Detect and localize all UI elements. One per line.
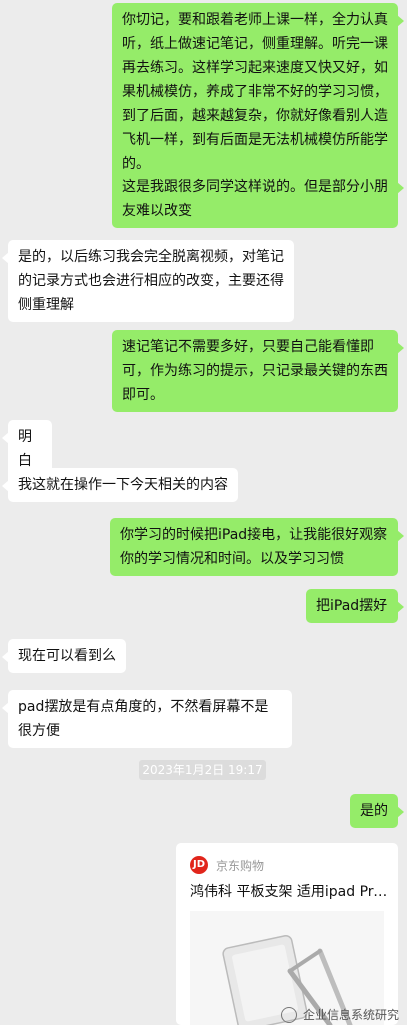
message-text: pad摆放是有点角度的，不然看屏幕不是很方便 [18,699,269,739]
timestamp-label: 2023年1月2日 19:17 [139,760,266,780]
message-text: 是的，以后练习我会完全脱离视频，对笔记的记录方式也会进行相应的改变，主要还得侧重… [18,249,284,313]
message-text: 是的 [360,803,388,819]
card-title: 鸿伟科 平板支架 适用ipad Pro... [190,884,390,900]
jd-logo-icon: JD [190,856,208,874]
message-bubble-outgoing[interactable]: 这是我跟很多同学这样说的。但是部分小朋友难以改变 [112,170,404,228]
message-bubble-incoming[interactable]: 是的，以后练习我会完全脱离视频，对笔记的记录方式也会进行相应的改变，主要还得侧重… [2,240,294,322]
card-header: JD 京东购物 [190,855,264,875]
message-text: 把iPad摆好 [316,598,388,614]
message-bubble-incoming[interactable]: 我这就在操作一下今天相关的内容 [2,468,238,502]
message-text: 你切记，要和跟着老师上课一样，全力认真听，纸上做速记笔记，侧重理解。听完一课再去… [122,12,388,172]
message-bubble-outgoing[interactable]: 你切记，要和跟着老师上课一样，全力认真听，纸上做速记笔记，侧重理解。听完一课再去… [112,3,404,181]
message-bubble-incoming[interactable]: 现在可以看到么 [2,639,126,673]
message-text: 这是我跟很多同学这样说的。但是部分小朋友难以改变 [122,179,388,219]
watermark-text: 企业信息系统研究 [302,1008,399,1022]
watermark: 企业信息系统研究 [280,1006,399,1023]
message-bubble-outgoing[interactable]: 把iPad摆好 [306,589,404,623]
wechat-official-account-icon [280,1006,297,1023]
card-source: 京东购物 [216,858,265,873]
message-text: 明白 [18,429,32,469]
message-bubble-outgoing[interactable]: 你学习的时候把iPad接电，让我能很好观察你的学习情况和时间。以及学习习惯 [110,518,404,576]
message-text: 你学习的时候把iPad接电，让我能很好观察你的学习情况和时间。以及学习习惯 [120,527,388,567]
shared-product-card[interactable]: JD 京东购物 鸿伟科 平板支架 适用ipad Pro... [176,843,398,1025]
message-text: 速记笔记不需要多好，只要自己能看懂即可，作为练习的提示，只记录最关键的东西即可。 [122,339,388,403]
message-bubble-incoming[interactable]: pad摆放是有点角度的，不然看屏幕不是很方便 [2,690,292,748]
message-bubble-outgoing[interactable]: 是的 [350,794,404,828]
message-text: 现在可以看到么 [18,648,116,664]
message-bubble-outgoing[interactable]: 速记笔记不需要多好，只要自己能看懂即可，作为练习的提示，只记录最关键的东西即可。 [112,330,404,412]
message-text: 我这就在操作一下今天相关的内容 [18,477,228,493]
